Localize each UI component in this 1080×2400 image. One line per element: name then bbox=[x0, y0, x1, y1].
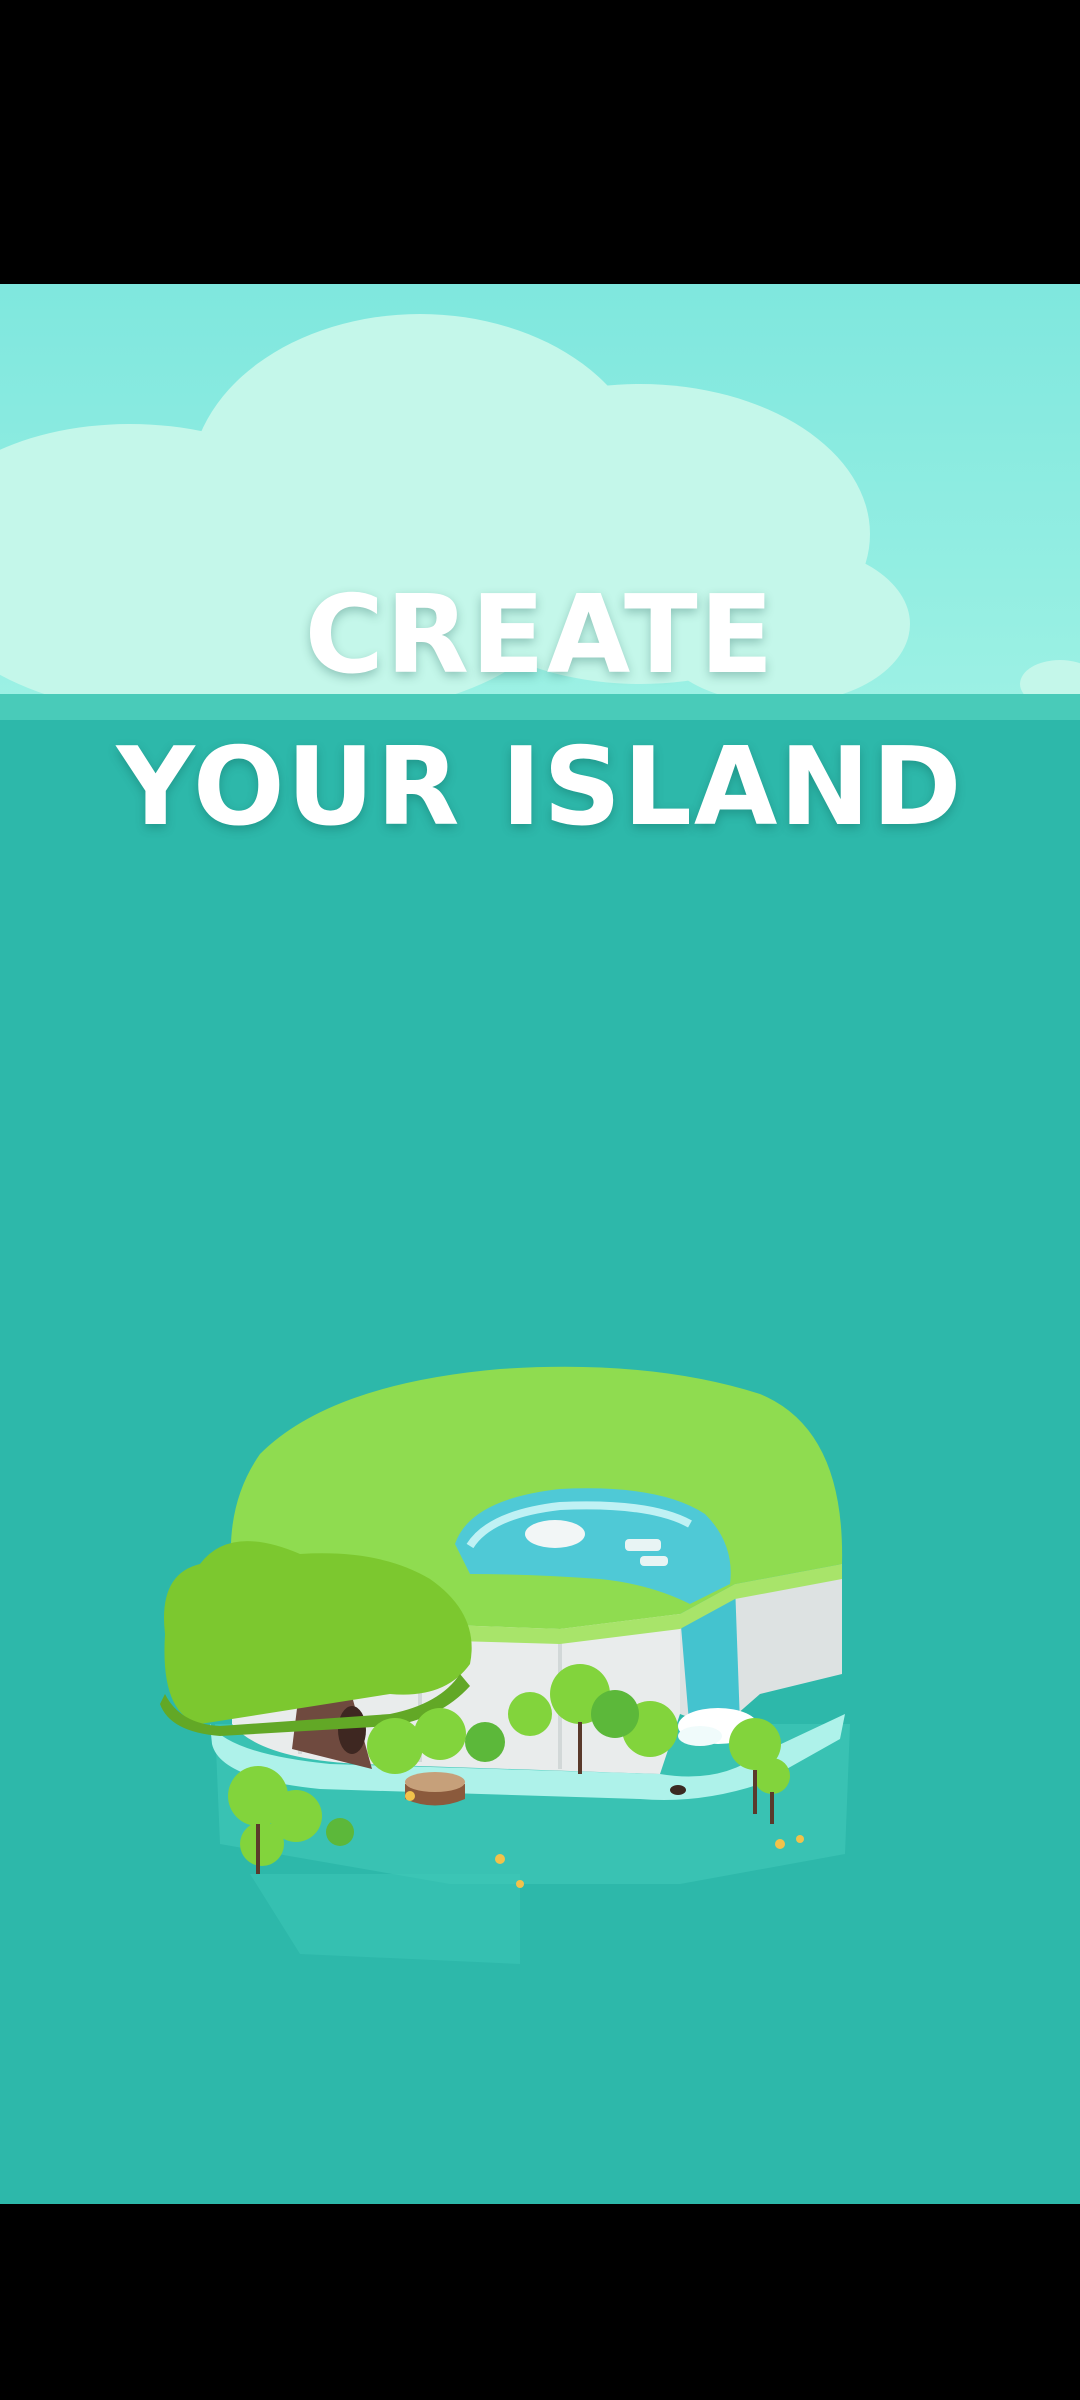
letterbox-top bbox=[0, 0, 1080, 284]
game-screen[interactable]: CREATE YOUR ISLAND bbox=[0, 0, 1080, 2400]
game-scene[interactable]: CREATE YOUR ISLAND bbox=[0, 284, 1080, 2204]
letterbox-bottom bbox=[0, 2204, 1080, 2400]
stump-icon bbox=[405, 1772, 465, 1806]
title-line-create: CREATE bbox=[304, 573, 776, 698]
title-line-your-island: YOUR ISLAND bbox=[116, 725, 964, 850]
title-banner: CREATE YOUR ISLAND bbox=[0, 560, 1080, 864]
